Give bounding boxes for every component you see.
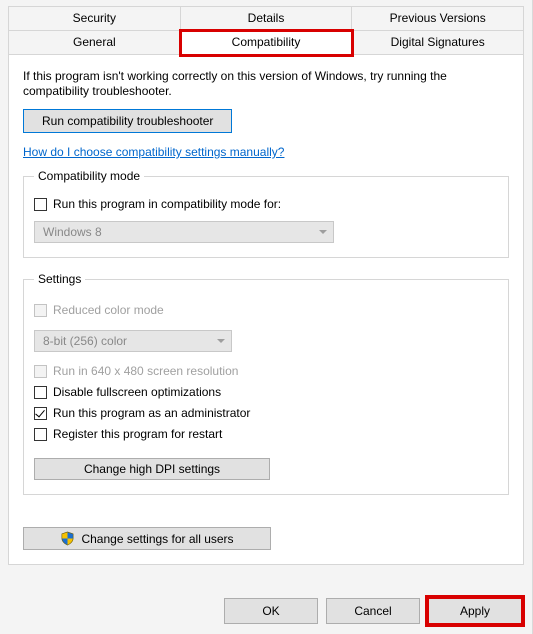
compatibility-mode-group: Compatibility mode Run this program in c… xyxy=(23,169,509,258)
compat-mode-checkbox[interactable] xyxy=(34,198,47,211)
tab-strip: Security Details Previous Versions Gener… xyxy=(0,0,532,55)
tab-previous-versions[interactable]: Previous Versions xyxy=(352,6,524,31)
chevron-down-icon xyxy=(217,339,225,343)
ok-button[interactable]: OK xyxy=(224,598,318,624)
run-640-label: Run in 640 x 480 screen resolution xyxy=(53,364,238,378)
change-dpi-button[interactable]: Change high DPI settings xyxy=(34,458,270,480)
reduced-color-label: Reduced color mode xyxy=(53,303,164,317)
manual-settings-link[interactable]: How do I choose compatibility settings m… xyxy=(23,145,284,159)
register-restart-label: Register this program for restart xyxy=(53,427,222,441)
tab-details[interactable]: Details xyxy=(181,6,353,31)
shield-icon xyxy=(60,531,75,546)
dialog-footer: OK Cancel Apply xyxy=(224,598,522,624)
run-640-checkbox xyxy=(34,365,47,378)
tab-general[interactable]: General xyxy=(8,31,181,55)
register-restart-checkbox[interactable] xyxy=(34,428,47,441)
change-all-users-button[interactable]: Change settings for all users xyxy=(23,527,271,550)
settings-group: Settings Reduced color mode 8-bit (256) … xyxy=(23,272,509,495)
chevron-down-icon xyxy=(319,230,327,234)
run-as-admin-label: Run this program as an administrator xyxy=(53,406,250,420)
color-mode-selected: 8-bit (256) color xyxy=(43,334,127,348)
tab-row-1: Security Details Previous Versions xyxy=(8,6,524,31)
compat-mode-label: Run this program in compatibility mode f… xyxy=(53,197,281,211)
color-mode-select: 8-bit (256) color xyxy=(34,330,232,352)
settings-legend: Settings xyxy=(34,272,85,286)
intro-text: If this program isn't working correctly … xyxy=(23,69,509,99)
properties-dialog: Security Details Previous Versions Gener… xyxy=(0,0,533,634)
tab-compatibility[interactable]: Compatibility xyxy=(181,31,353,55)
cancel-button[interactable]: Cancel xyxy=(326,598,420,624)
compat-mode-select[interactable]: Windows 8 xyxy=(34,221,334,243)
compat-mode-selected: Windows 8 xyxy=(43,225,102,239)
compatibility-mode-legend: Compatibility mode xyxy=(34,169,144,183)
run-troubleshooter-button[interactable]: Run compatibility troubleshooter xyxy=(23,109,232,133)
tab-content: If this program isn't working correctly … xyxy=(8,55,524,565)
apply-button[interactable]: Apply xyxy=(428,598,522,624)
tab-digital-signatures[interactable]: Digital Signatures xyxy=(352,31,524,55)
change-all-users-label: Change settings for all users xyxy=(81,532,233,546)
disable-fullscreen-label: Disable fullscreen optimizations xyxy=(53,385,221,399)
tab-row-2: General Compatibility Digital Signatures xyxy=(8,31,524,55)
run-as-admin-checkbox[interactable] xyxy=(34,407,47,420)
disable-fullscreen-checkbox[interactable] xyxy=(34,386,47,399)
reduced-color-checkbox xyxy=(34,304,47,317)
tab-security[interactable]: Security xyxy=(8,6,181,31)
